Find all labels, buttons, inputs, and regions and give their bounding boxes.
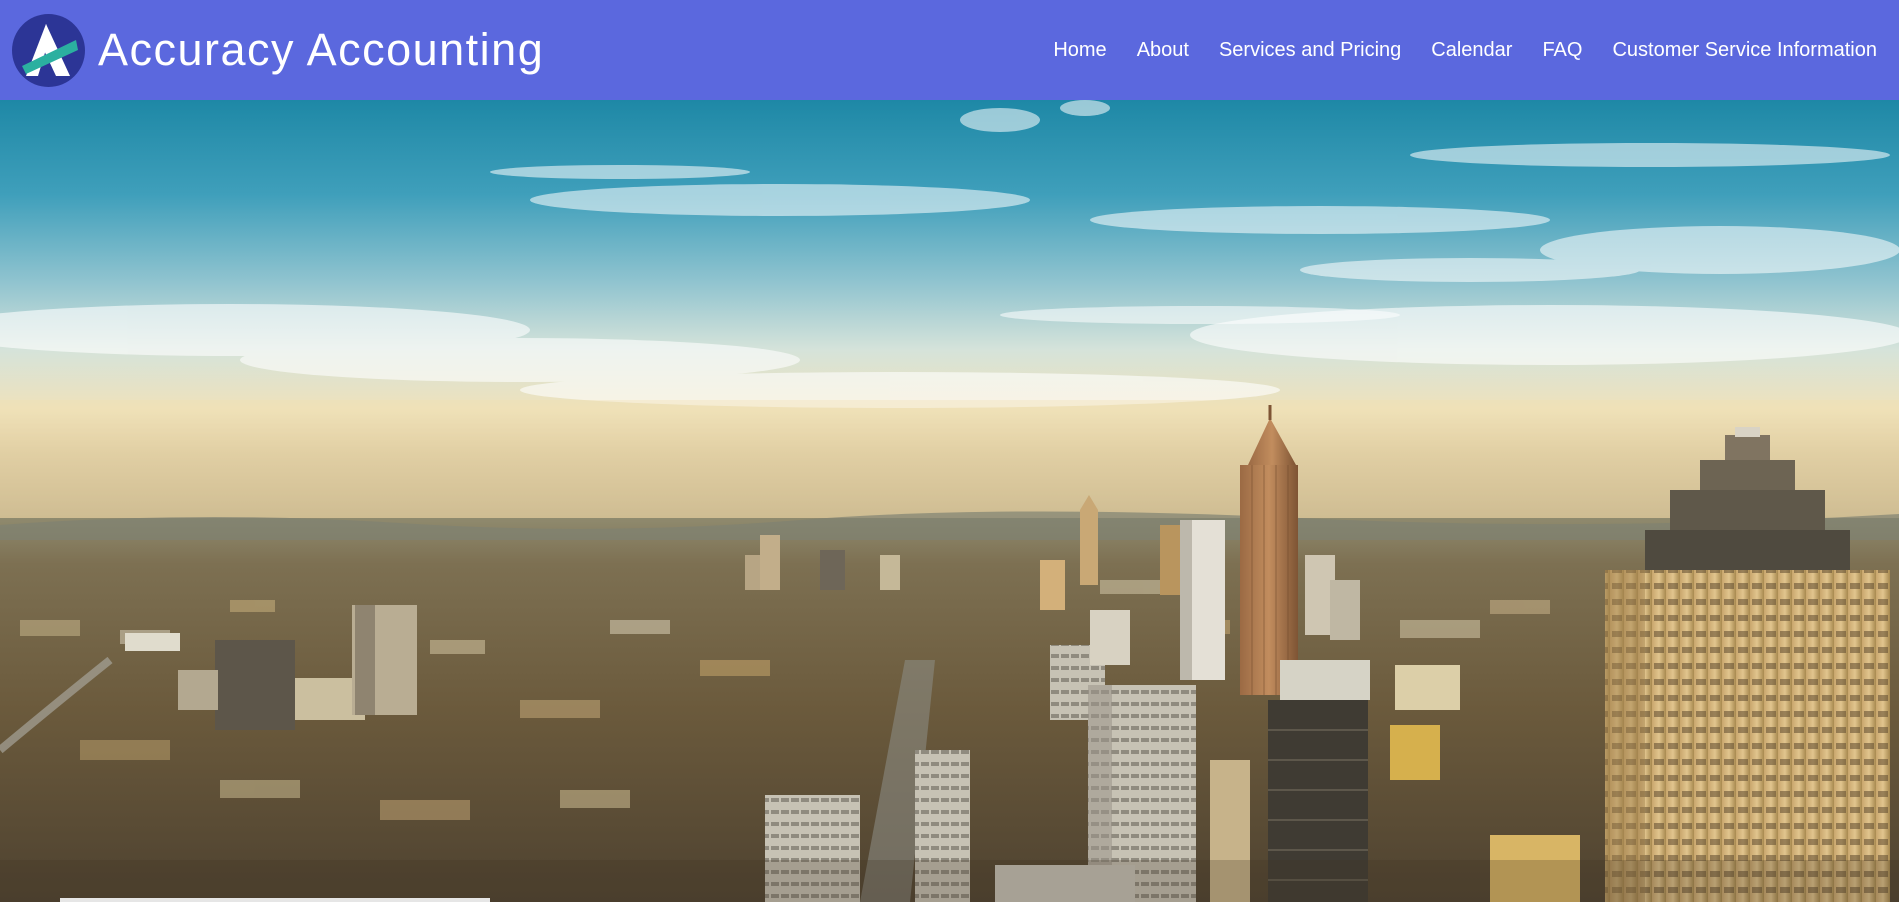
main-navigation: Home About Services and Pricing Calendar… [1023,0,1899,100]
hero-banner [0,100,1899,902]
nav-faq-link[interactable]: FAQ [1542,36,1582,64]
city-skyline-photo [0,100,1899,902]
brand-name: Accuracy Accounting [98,24,545,75]
nav-calendar-link[interactable]: Calendar [1431,36,1512,64]
site-header: Accuracy Accounting Home About Services … [0,0,1899,100]
nav-services-pricing-link[interactable]: Services and Pricing [1219,36,1401,64]
nav-about-link[interactable]: About [1137,36,1189,64]
triangle-a-logo-icon [12,13,85,87]
nav-customer-service-link[interactable]: Customer Service Information [1612,36,1877,64]
brand-link[interactable]: Accuracy Accounting [0,0,544,100]
scroll-indicator [60,898,490,902]
nav-home-link[interactable]: Home [1053,36,1106,64]
